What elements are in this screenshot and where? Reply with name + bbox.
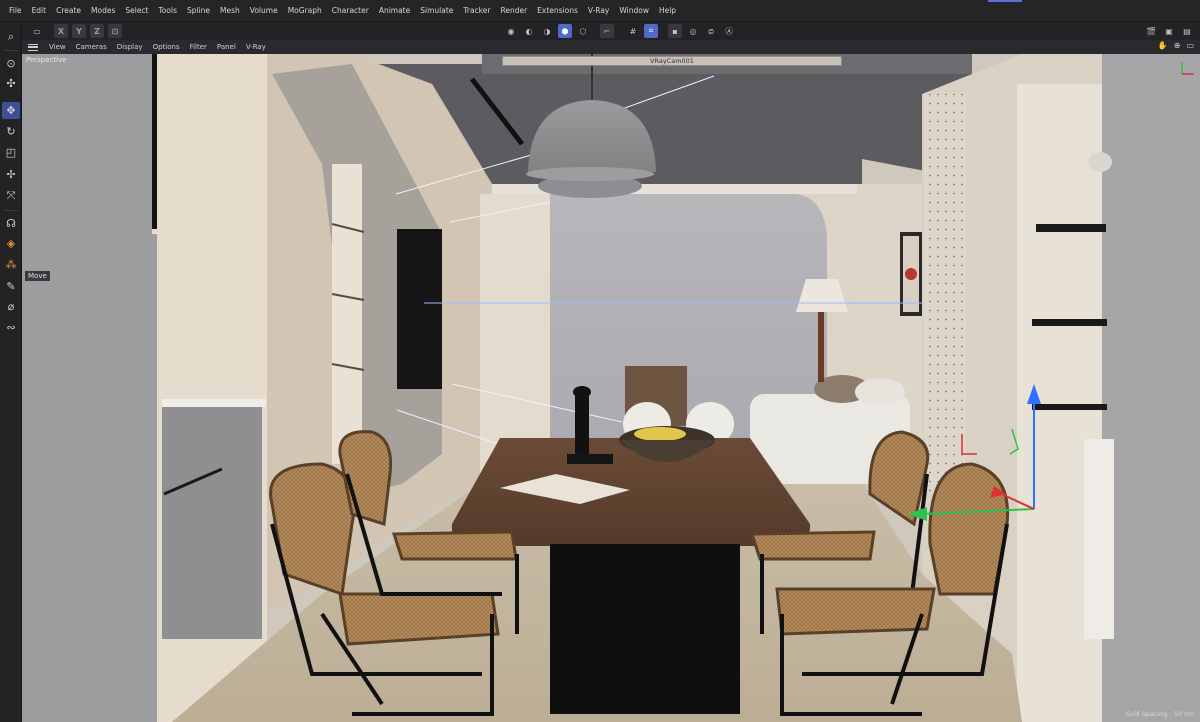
viewport-menu-view[interactable]: View [44,43,71,51]
viewport-label: Perspective [26,56,67,64]
polygons-mode-icon[interactable]: ◑ [540,24,554,38]
command-toolbar: ▭ X Y Z ⊡ ◉ ◐ ◑ ⬢ ⬡ ⌐ # ⌗ ▪ ◎ ⊜ Ⓐ 🎬 ▣ ▤ [0,22,1200,40]
dining-table [451,438,811,546]
tool-separator [4,50,18,51]
scene-render [22,54,1200,722]
y-axis-lock[interactable]: Y [72,24,86,38]
zoom-icon[interactable]: ⊕ [1174,41,1181,50]
tool-tooltip: Move [25,271,50,281]
render-view-icon[interactable]: 🎬 [1144,24,1158,38]
tv-screen [397,229,442,389]
viewport-menu-vray[interactable]: V-Ray [241,43,271,51]
menu-help[interactable]: Help [654,0,681,22]
live-selection-icon[interactable]: ⊙ [2,55,20,72]
world-coordinate-icon[interactable]: ⊡ [108,24,122,38]
menu-render[interactable]: Render [495,0,532,22]
workplane-icon[interactable]: ▪ [668,24,682,38]
menu-simulate[interactable]: Simulate [415,0,458,22]
menu-file[interactable]: File [4,0,27,22]
scale-icon[interactable]: ◰ [2,144,20,161]
grid-spacing-readout: Grid Spacing : 50 cm [1125,710,1194,718]
tool-separator [4,210,18,211]
menu-select[interactable]: Select [120,0,153,22]
table-base [550,544,740,714]
edges-mode-icon[interactable]: ◐ [522,24,536,38]
solo-mode-icon[interactable]: ⊜ [704,24,718,38]
layout-tab-indicator [988,0,1022,2]
knife-icon[interactable]: ⌀ [2,298,20,315]
menu-vray[interactable]: V-Ray [583,0,614,22]
viewport-menu-panel[interactable]: Panel [212,43,241,51]
viewport-menu-bar: View Cameras Display Options Filter Pane… [22,40,1200,54]
paint-icon[interactable]: ☊ [2,215,20,232]
menu-character[interactable]: Character [327,0,374,22]
main-menu-bar: File Edit Create Modes Select Tools Spli… [0,0,1200,22]
menu-edit[interactable]: Edit [27,0,52,22]
viewport-menu-filter[interactable]: Filter [185,43,212,51]
menu-spline[interactable]: Spline [182,0,215,22]
model-mode-icon[interactable]: ⬢ [558,24,572,38]
cinema4d-window: File Edit Create Modes Select Tools Spli… [0,0,1200,722]
viewport-nav-controls: ✋ ⊕ ▭ [1158,41,1194,50]
snap-icon[interactable]: # [626,24,640,38]
pan-hand-icon[interactable]: ✋ [1158,41,1168,50]
move-icon[interactable]: ✥ [2,102,20,119]
texture-mode-icon[interactable]: ⬡ [576,24,590,38]
x-axis-lock[interactable]: X [54,24,68,38]
menu-mesh[interactable]: Mesh [215,0,245,22]
spline-pen-icon[interactable]: ∾ [2,319,20,336]
solo-icon[interactable]: ◎ [686,24,700,38]
camera-name: VRayCam001 [502,56,842,66]
hamburger-icon[interactable] [28,43,38,51]
render-settings-icon[interactable]: ▤ [1180,24,1194,38]
menu-tools[interactable]: Tools [154,0,182,22]
menu-volume[interactable]: Volume [245,0,283,22]
viewport-menu-cameras[interactable]: Cameras [71,43,112,51]
maximize-view-icon[interactable]: ▭ [1186,41,1194,50]
menu-extensions[interactable]: Extensions [532,0,583,22]
transform-icon[interactable]: ✢ [2,166,20,183]
axis-mode-icon[interactable]: ⌐ [600,24,614,38]
points-mode-icon[interactable]: ◉ [504,24,518,38]
menu-tracker[interactable]: Tracker [458,0,495,22]
vray-icon[interactable]: Ⓐ [722,24,736,38]
perspective-viewport[interactable]: Perspective VRayCam001 Move Grid Spacing… [22,54,1200,722]
rotate-icon[interactable]: ↻ [2,123,20,140]
viewport-menu-display[interactable]: Display [112,43,148,51]
menu-animate[interactable]: Animate [374,0,415,22]
mograph-icon[interactable]: ⁂ [2,256,20,273]
placement-icon[interactable]: ⤧ [2,187,20,204]
tool-palette: ⌕ ⊙ ✣ ✥ ↻ ◰ ✢ ⤧ ☊ ◈ ⁂ ✎ ⌀ ∾ [0,22,22,722]
menu-modes[interactable]: Modes [86,0,120,22]
z-axis-lock[interactable]: Z [90,24,104,38]
undo-icon[interactable]: ▭ [30,24,44,38]
render-picture-queue-icon[interactable]: ▣ [1162,24,1176,38]
menu-create[interactable]: Create [51,0,86,22]
search-icon[interactable]: ⌕ [2,28,20,45]
transfer-icon[interactable]: ✣ [2,75,20,92]
brush-icon[interactable]: ✎ [2,278,20,295]
perforated-panel [924,94,966,494]
cabinet [162,399,262,639]
sculpt-icon[interactable]: ◈ [2,235,20,252]
snap-grid-icon[interactable]: ⌗ [644,24,658,38]
viewport-menu-options[interactable]: Options [148,43,185,51]
menu-mograph[interactable]: MoGraph [283,0,327,22]
menu-window[interactable]: Window [614,0,654,22]
